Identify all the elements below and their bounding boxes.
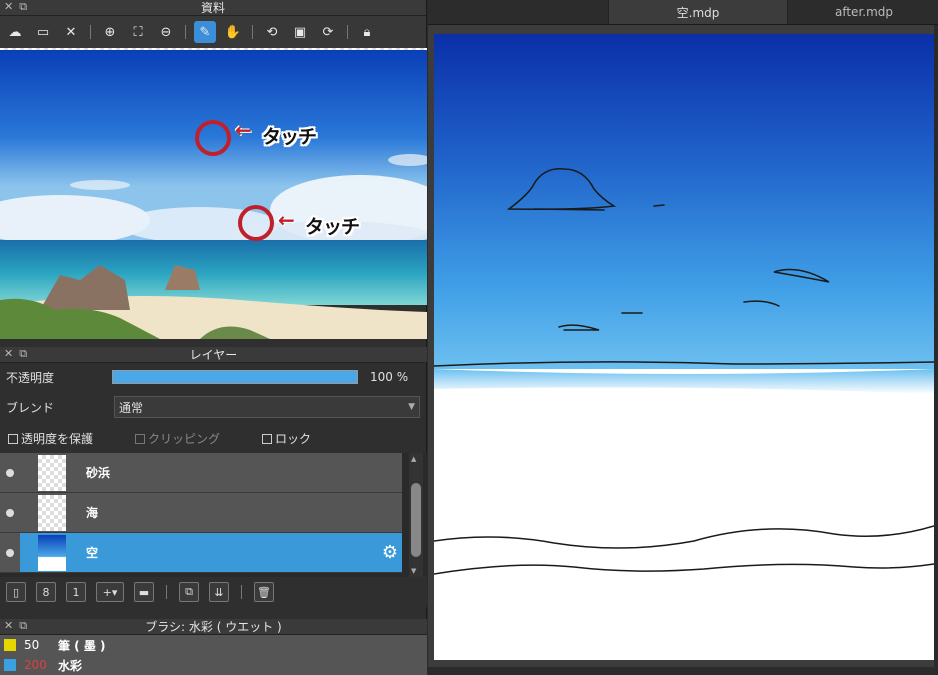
panel-close-icon[interactable]: ✕ [4,619,13,633]
tab-sky[interactable]: 空.mdp [608,0,788,24]
protect-alpha-checkbox[interactable]: 透明度を保護 [8,430,93,447]
layer-thumbnail [38,494,66,531]
merge-down-icon[interactable]: ⇊ [209,582,229,602]
panel-float-icon[interactable]: ⧉ [19,0,27,14]
toolbar-divider [166,585,167,599]
reference-panel-header: ✕ ⧉ 資料 [0,0,426,16]
new-8bit-layer-icon[interactable]: 8 [36,582,56,602]
delete-layer-icon[interactable]: 🗑︎ [254,582,274,602]
layer-thumbnail [38,454,66,491]
reference-toolbar: ☁ ▭ ✕ ⊕ ⛶ ⊖ ✎ ✋ ⟲ ▣ ⟳ 🔒︎ [0,16,426,48]
layer-list: 砂浜 海 空 ⚙ ▲ ▼ [0,453,427,577]
open-cloud-icon[interactable]: ☁ [4,21,26,43]
layer-row-sea[interactable]: 海 [0,493,402,533]
toolbar-divider [90,25,91,39]
brush-panel-header: ✕ ⧉ ブラシ: 水彩 ( ウエット ) [0,619,427,635]
eye-icon[interactable] [0,508,20,517]
panel-float-icon[interactable]: ⧉ [19,347,27,361]
duplicate-layer-icon[interactable]: ⧉ [179,582,199,602]
toolbar-divider [252,25,253,39]
canvas-scroll-edge [934,25,938,667]
rotate-left-icon[interactable]: ⟲ [261,21,283,43]
rotate-right-icon[interactable]: ⟳ [317,21,339,43]
eyedropper-icon[interactable]: ✎ [194,21,216,43]
touch-arrow-1: ← [235,118,252,142]
opacity-value: 100 % [370,370,409,384]
layer-row-sand[interactable]: 砂浜 [0,453,402,493]
canvas-area: 空.mdp after.mdp [428,0,938,667]
new-folder-icon[interactable]: ▬ [134,582,154,602]
touch-label-1: タッチ [262,126,317,148]
touch-arrow-2: ← [278,208,295,232]
opacity-label: 不透明度 [6,370,55,385]
clipping-checkbox[interactable]: クリッピング [135,430,220,447]
add-layer-menu-icon[interactable]: +▾ [96,582,124,602]
brush-item[interactable]: 200 水彩 [0,655,427,675]
brush-name: 水彩 [58,658,83,673]
layer-name: 海 [86,506,99,520]
brush-size: 200 [24,658,47,672]
chevron-down-icon: ▼ [408,402,415,412]
layer-options-row: 透明度を保護 クリッピング ロック [0,423,427,453]
blend-label: ブレンド [6,400,55,415]
layer-toolbar: ▯ 8 1 +▾ ▬ ⧉ ⇊ 🗑︎ [0,577,427,607]
touch-marker-1 [195,120,231,156]
lock-checkbox[interactable]: ロック [262,430,311,447]
fit-icon[interactable]: ⛶ [127,21,149,43]
panel-close-icon[interactable]: ✕ [4,347,13,361]
close-icon[interactable]: ✕ [60,21,82,43]
canvas-artwork [434,34,934,575]
layer-panel-title: レイヤー [189,348,238,362]
touch-label-2: タッチ [305,216,360,238]
toolbar-divider [185,25,186,39]
new-layer-icon[interactable]: ▯ [6,582,26,602]
layer-name: 砂浜 [86,466,111,480]
layer-selection-highlight [20,533,402,572]
blend-row: ブレンド 通常 ▼ [0,391,427,423]
layer-scrollbar[interactable]: ▲ ▼ [409,453,423,577]
hand-icon[interactable]: ✋ [222,21,244,43]
layer-panel: ✕ ⧉ レイヤー 不透明度 100 % ブレンド 通常 ▼ 透明度を保護 クリッピ… [0,347,427,607]
brush-size: 50 [24,638,40,652]
tab-after[interactable]: after.mdp [790,0,938,24]
drawing-canvas[interactable] [434,34,934,660]
toolbar-divider [347,25,348,39]
panel-close-icon[interactable]: ✕ [4,0,13,14]
new-1bit-layer-icon[interactable]: 1 [66,582,86,602]
opacity-row: 不透明度 100 % [0,363,427,391]
opacity-slider[interactable] [112,370,358,384]
reference-image[interactable]: ← タッチ ← タッチ [0,50,427,339]
lock-icon[interactable]: 🔒︎ [356,21,378,43]
left-panels: ✕ ⧉ 資料 ☁ ▭ ✕ ⊕ ⛶ ⊖ ✎ ✋ ⟲ ▣ ⟳ 🔒︎ ← タッチ ← … [0,0,427,675]
blend-select[interactable]: 通常 ▼ [114,396,420,418]
tab-label: after.mdp [834,5,894,19]
brush-panel-title: ブラシ: 水彩 ( ウエット ) [145,620,282,634]
zoom-out-icon[interactable]: ⊖ [155,21,177,43]
layer-name: 空 [86,546,99,560]
eye-icon[interactable] [0,468,20,477]
layer-panel-header: ✕ ⧉ レイヤー [0,347,427,363]
folder-icon[interactable]: ▭ [32,21,54,43]
brush-color-swatch [4,639,16,651]
brush-item[interactable]: 50 筆 ( 墨 ) [0,635,427,655]
touch-marker-2 [238,205,274,241]
layer-thumbnail [38,534,66,571]
eye-icon[interactable] [0,548,20,557]
toolbar-divider [241,585,242,599]
panel-float-icon[interactable]: ⧉ [19,619,27,633]
blend-value: 通常 [119,400,144,415]
brush-color-swatch [4,659,16,671]
brush-name: 筆 ( 墨 ) [58,638,106,653]
reference-panel-title: 資料 [200,1,225,15]
beach-photo [0,50,427,339]
layer-row-sky[interactable]: 空 ⚙ [0,533,402,573]
gear-icon[interactable]: ⚙ [382,542,398,563]
zoom-in-icon[interactable]: ⊕ [99,21,121,43]
actual-size-icon[interactable]: ▣ [289,21,311,43]
tab-label: 空.mdp [676,5,720,20]
